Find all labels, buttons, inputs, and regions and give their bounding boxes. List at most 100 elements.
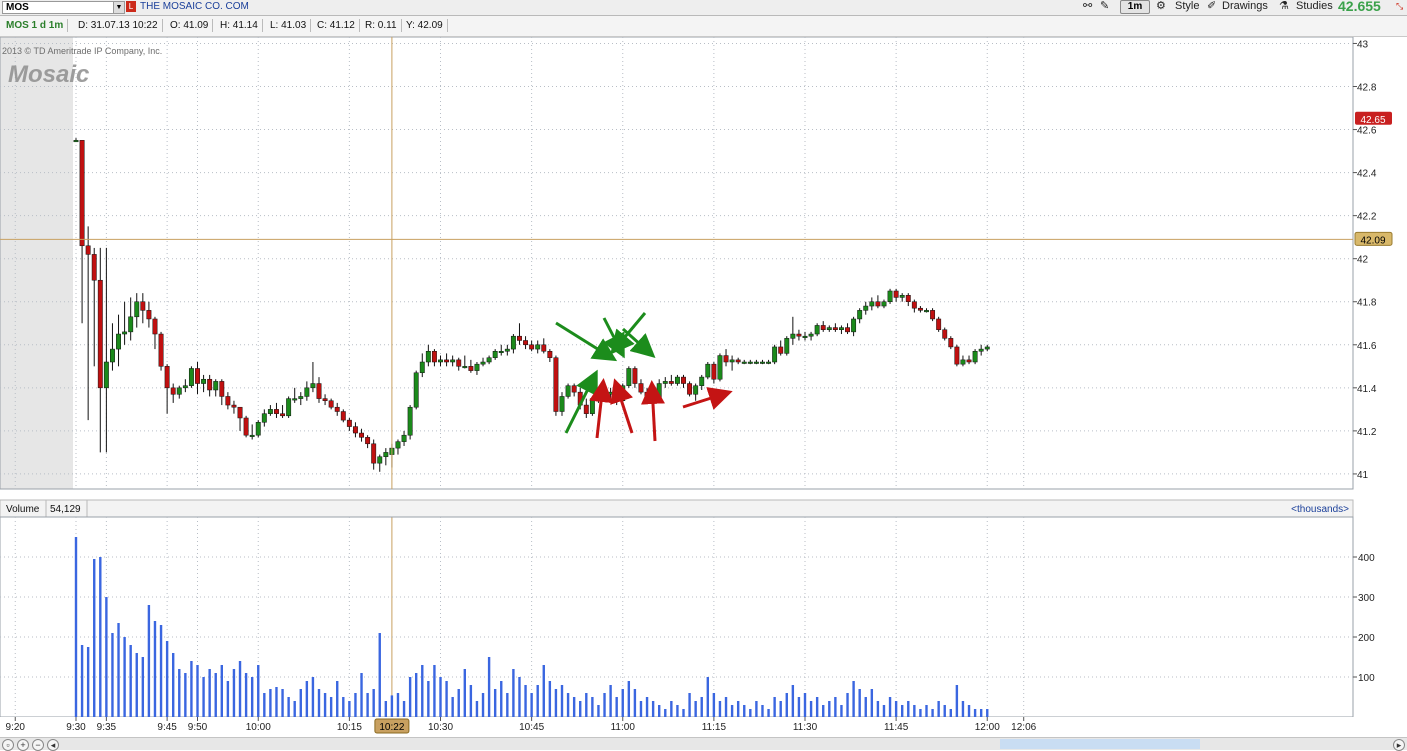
- volume-bar: [609, 685, 612, 717]
- volume-bar: [858, 689, 861, 717]
- time-tick-label: 12:00: [975, 722, 1000, 733]
- candle-body: [255, 422, 261, 436]
- company-link[interactable]: THE MOSAIC CO. COM: [140, 0, 249, 14]
- candle-body: [371, 443, 377, 464]
- candle-body: [474, 363, 480, 371]
- volume-bar: [372, 689, 375, 717]
- candle-body: [274, 409, 279, 414]
- volume-bar: [743, 705, 746, 717]
- symbol-dropdown-icon[interactable]: ▼: [113, 2, 124, 13]
- volume-bar: [840, 705, 843, 717]
- volume-bar: [250, 677, 254, 717]
- info-open: O: 41.09: [166, 19, 214, 32]
- wrench-icon[interactable]: ✎: [1100, 0, 1109, 13]
- candle-body: [334, 406, 340, 412]
- drawings-icon[interactable]: ✐: [1207, 0, 1216, 13]
- red-arrow: [589, 378, 613, 439]
- candle-body: [559, 396, 565, 412]
- last-price-tag-text: 42.65: [1360, 115, 1385, 126]
- info-y: Y: 42.09: [402, 19, 448, 32]
- price-tick-label: 42.6: [1357, 126, 1377, 137]
- symbol-badge: L: [126, 1, 136, 12]
- studies-button[interactable]: Studies: [1296, 0, 1333, 13]
- drawings-button[interactable]: Drawings: [1222, 0, 1268, 13]
- candle-body: [152, 318, 158, 335]
- price-tick-label: 41.2: [1357, 427, 1377, 438]
- volume-label: Volume: [6, 504, 40, 515]
- candle-body: [116, 333, 121, 350]
- volume-bar: [560, 685, 564, 717]
- candle-body: [881, 301, 887, 307]
- zoom-fit-icon[interactable]: ▫: [2, 739, 14, 751]
- style-icon[interactable]: ⚙: [1156, 0, 1166, 13]
- candle-body: [529, 344, 535, 350]
- last-price: 42.655: [1338, 0, 1381, 14]
- candle-body: [638, 383, 644, 393]
- candle-body: [656, 383, 662, 402]
- style-button[interactable]: Style: [1175, 0, 1199, 13]
- candle-body: [887, 290, 893, 302]
- volume-bar: [803, 693, 807, 717]
- candle-body: [195, 368, 200, 384]
- expand-icon[interactable]: ⤡: [1396, 0, 1403, 13]
- zoom-in-icon[interactable]: +: [17, 739, 29, 751]
- candle-body: [851, 318, 857, 333]
- candle-body: [249, 434, 255, 437]
- candle-body: [644, 391, 650, 397]
- volume-bar: [178, 669, 181, 717]
- candle-body: [492, 350, 498, 358]
- candle-body: [450, 359, 456, 363]
- candle-body: [942, 329, 948, 339]
- volume-bar: [706, 677, 709, 717]
- candle-body: [85, 245, 91, 255]
- volume-bar: [165, 641, 169, 717]
- volume-bar: [86, 647, 90, 717]
- volume-bar: [530, 693, 533, 717]
- time-tick-label: 11:45: [884, 722, 909, 733]
- volume-bar: [451, 697, 454, 717]
- volume-bar: [828, 701, 831, 717]
- candle-body: [936, 318, 942, 330]
- price-tick-label: 41.8: [1357, 298, 1377, 309]
- volume-bar: [615, 697, 618, 717]
- volume-bar: [390, 695, 394, 717]
- price-tick-label: 42.4: [1357, 169, 1377, 180]
- volume-bar: [293, 701, 296, 717]
- volume-bar: [232, 669, 236, 717]
- link-icon[interactable]: ⚯: [1083, 0, 1092, 13]
- time-tick-label: 9:45: [157, 722, 177, 733]
- symbol-input[interactable]: MOS ▼: [2, 1, 125, 14]
- volume-bar: [469, 685, 473, 717]
- scroll-left-icon[interactable]: ◂: [47, 739, 59, 751]
- volume-bar: [785, 693, 788, 717]
- price-volume-chart[interactable]: 41 41.2 41.4 41.6 41.8 42 42.2 42.4 42.6 42.8 43 2…: [0, 37, 1407, 749]
- scroll-right-icon[interactable]: ▸: [1393, 739, 1405, 751]
- volume-bar: [536, 685, 539, 717]
- candle-body: [188, 368, 194, 386]
- studies-icon[interactable]: ⚗: [1279, 0, 1289, 13]
- volume-bar: [676, 705, 679, 717]
- candle-body: [292, 398, 298, 401]
- candle-body: [431, 350, 437, 363]
- scroll-thumb[interactable]: [1000, 739, 1200, 749]
- volume-bar: [736, 701, 740, 717]
- timeframe-button[interactable]: 1m: [1120, 0, 1150, 14]
- candle-body: [201, 378, 207, 384]
- volume-bar: [518, 677, 521, 717]
- horizontal-scrollbar[interactable]: ▫ + − ◂ ▸: [0, 737, 1407, 751]
- volume-bar: [894, 701, 898, 717]
- time-tick-label: 12:06: [1011, 722, 1036, 733]
- candle-body: [122, 331, 128, 335]
- green-arrow: [622, 327, 656, 358]
- volume-bar: [153, 621, 157, 717]
- candle-body: [134, 301, 140, 318]
- zoom-out-icon[interactable]: −: [32, 739, 44, 751]
- candle-body: [170, 387, 176, 395]
- candle-body: [237, 406, 243, 419]
- candle-body: [243, 417, 249, 436]
- candle-body: [438, 359, 443, 363]
- candle-body: [73, 140, 79, 143]
- top-toolbar: MOS ▼ L THE MOSAIC CO. COM ⚯ ✎ 1m ⚙ Styl…: [0, 0, 1407, 16]
- candle-body: [681, 376, 686, 384]
- candle-body: [984, 346, 990, 350]
